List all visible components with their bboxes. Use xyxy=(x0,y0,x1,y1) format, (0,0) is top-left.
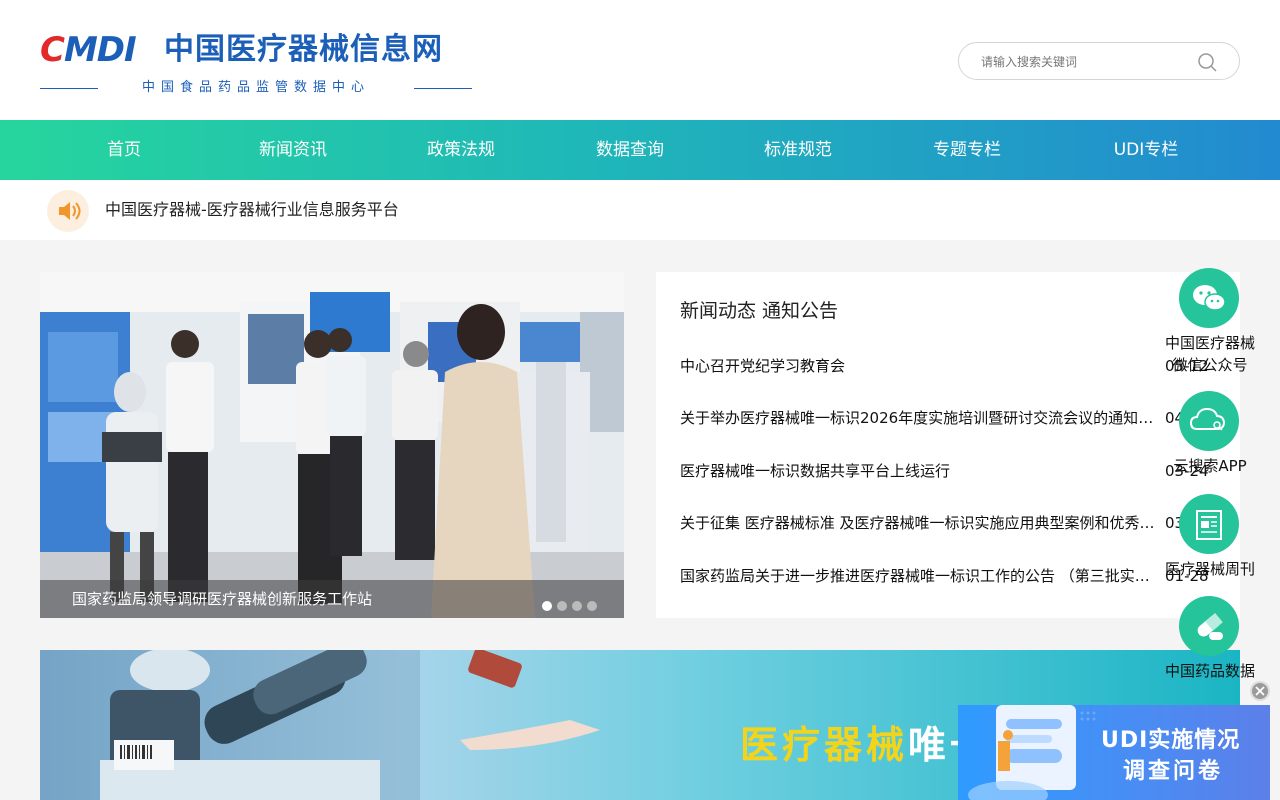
udi-survey-popup[interactable]: UDI实施情况 调查问卷 xyxy=(958,705,1270,800)
logo-title: 中国医疗器械信息网 xyxy=(164,32,443,67)
slider-dot[interactable] xyxy=(542,601,552,611)
side-label[interactable]: 云搜索APP xyxy=(1160,455,1260,477)
search-input[interactable] xyxy=(981,52,1181,72)
site-logo[interactable]: CMDI 中国医疗器械信息网 中国食品药品监管数据中心 xyxy=(40,30,472,98)
list-item[interactable]: 关于举办医疗器械唯一标识2026年度实施培训暨研讨交流会议的通知公告 04- xyxy=(680,406,1216,430)
list-item[interactable]: 关于征集 医疗器械标准 及医疗器械唯一标识实施应用典型案例和优秀实践成果的通知（… xyxy=(680,511,1216,535)
site-header: CMDI 中国医疗器械信息网 中国食品药品监管数据中心 xyxy=(0,0,1280,120)
pill-icon[interactable] xyxy=(1179,596,1239,656)
logo-letters-rest: MDI xyxy=(63,30,137,70)
tab-notices[interactable]: 通知公告 xyxy=(762,298,838,324)
nav-item-policy[interactable]: 政策法规 xyxy=(391,120,531,180)
nav-item-home[interactable]: 首页 xyxy=(54,120,194,180)
tab-news[interactable]: 新闻动态 xyxy=(680,298,756,324)
close-icon[interactable] xyxy=(1250,681,1270,701)
udi-popup-title: UDI实施情况 xyxy=(1101,728,1241,753)
notice-bar: 中国医疗器械-医疗器械行业信息服务平台 xyxy=(0,180,1280,240)
logo-subtitle: 中国食品药品监管数据中心 xyxy=(141,80,370,95)
slider-dot[interactable] xyxy=(587,601,597,611)
logo-divider-right xyxy=(414,88,472,89)
cloud-search-icon[interactable] xyxy=(1179,391,1239,451)
banner-headline: 医疗器械唯一 xyxy=(740,714,992,769)
logo-letters: CMDI xyxy=(40,30,137,70)
nav-item-data[interactable]: 数据查询 xyxy=(560,120,700,180)
image-slider[interactable]: 国家药监局领导调研医疗器械创新服务工作站 xyxy=(40,272,624,618)
slide-photo xyxy=(40,272,624,618)
news-title[interactable]: 关于征集 医疗器械标准 及医疗器械唯一标识实施应用典型案例和优秀实践成果的通知（… xyxy=(680,511,1160,535)
nav-item-udi[interactable]: UDI专栏 xyxy=(1076,120,1216,180)
side-label[interactable]: 中国医疗器械微信公众号 xyxy=(1160,332,1260,376)
news-title[interactable]: 中心召开党纪学习教育会 xyxy=(680,354,1160,378)
slider-dot[interactable] xyxy=(557,601,567,611)
main-nav: 首页 新闻资讯 政策法规 数据查询 标准规范 专题专栏 UDI专栏 xyxy=(0,120,1280,180)
search-icon[interactable] xyxy=(1197,52,1217,72)
logo-divider-left xyxy=(40,88,98,89)
news-title[interactable]: 医疗器械唯一标识数据共享平台上线运行 xyxy=(680,459,1160,483)
news-title[interactable]: 关于举办医疗器械唯一标识2026年度实施培训暨研讨交流会议的通知公告 xyxy=(680,406,1160,430)
nav-item-topics[interactable]: 专题专栏 xyxy=(897,120,1037,180)
side-label[interactable]: 中国药品数据 xyxy=(1160,660,1260,682)
notice-text[interactable]: 中国医疗器械-医疗器械行业信息服务平台 xyxy=(105,199,399,221)
nav-item-news[interactable]: 新闻资讯 xyxy=(223,120,363,180)
banner-text-highlight: 医疗器械 xyxy=(740,723,909,767)
list-item[interactable]: 医疗器械唯一标识数据共享平台上线运行 03-24 xyxy=(680,459,1216,483)
list-item[interactable]: 国家药监局关于进一步推进医疗器械唯一标识工作的公告 （第三批实施品种） 及实施指… xyxy=(680,564,1216,588)
side-label[interactable]: 医疗器械周刊 xyxy=(1160,558,1260,580)
slide-caption-bar: 国家药监局领导调研医疗器械创新服务工作站 xyxy=(40,580,624,618)
speaker-icon xyxy=(47,190,89,232)
slider-dot[interactable] xyxy=(572,601,582,611)
slide-caption[interactable]: 国家药监局领导调研医疗器械创新服务工作站 xyxy=(72,589,372,609)
wechat-icon[interactable] xyxy=(1179,268,1239,328)
news-title[interactable]: 国家药监局关于进一步推进医疗器械唯一标识工作的公告 （第三批实施品种） 及实施指… xyxy=(680,564,1160,588)
news-panel: 新闻动态 通知公告 中心召开党纪学习教育会 05-12 关于举办医疗器械唯一标识… xyxy=(656,272,1240,618)
udi-popup-subtitle: 调查问卷 xyxy=(1123,759,1224,784)
newspaper-icon[interactable] xyxy=(1179,494,1239,554)
nav-item-standards[interactable]: 标准规范 xyxy=(728,120,868,180)
search-box[interactable] xyxy=(958,42,1240,80)
list-item[interactable]: 中心召开党纪学习教育会 05-12 xyxy=(680,354,1216,378)
